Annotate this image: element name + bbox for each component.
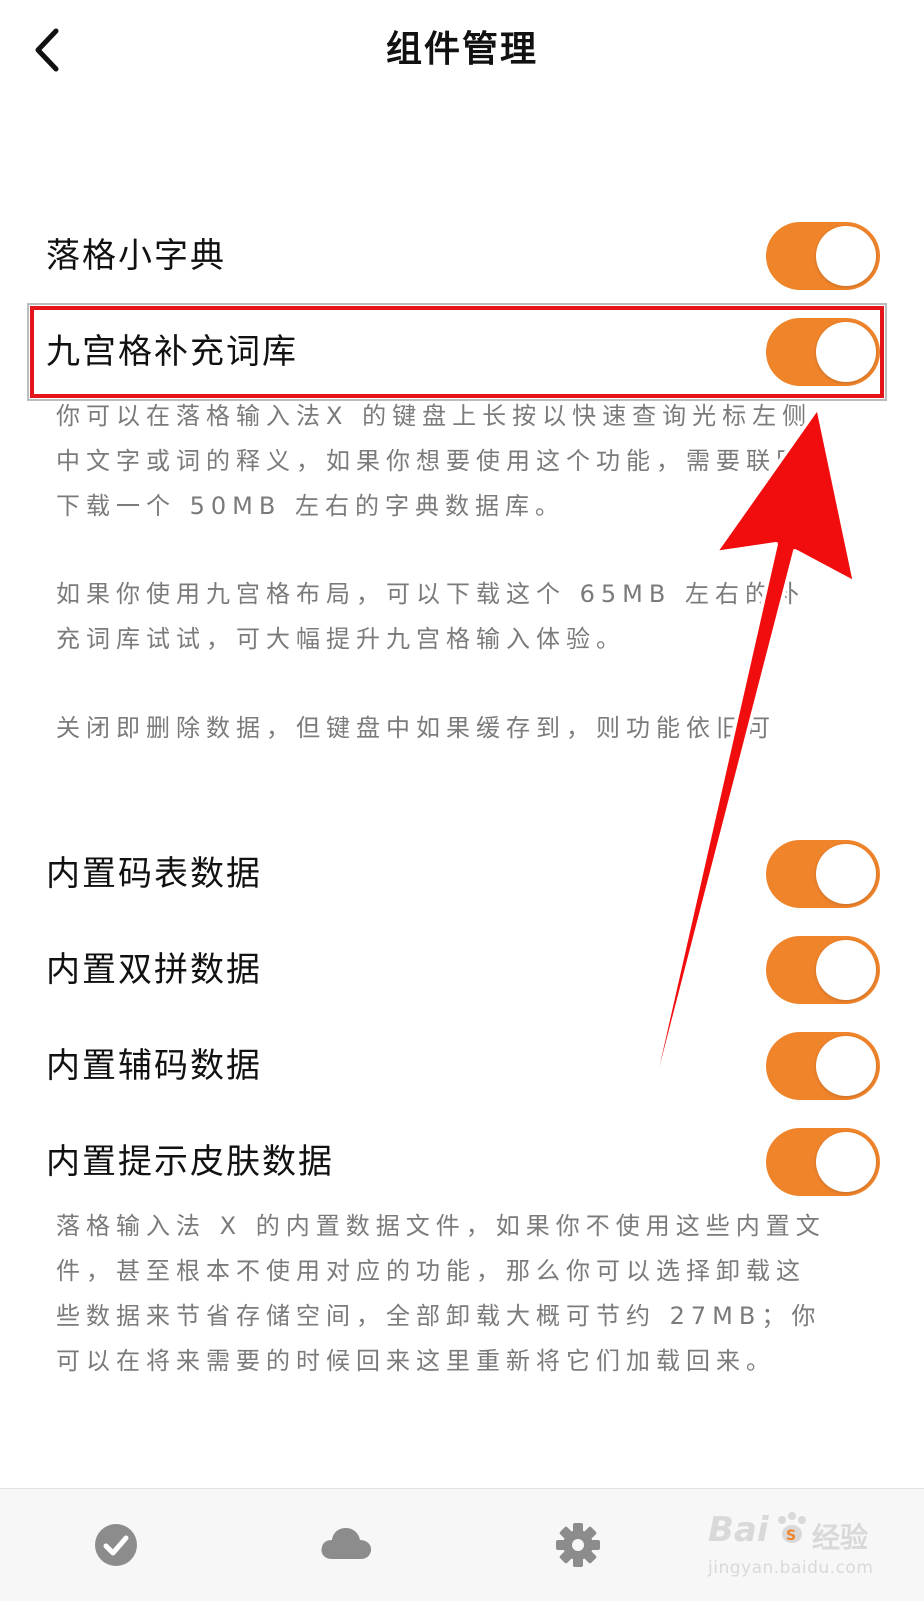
description-line: 可以在将来需要的时候回来这里重新将它们加载回来。: [56, 1347, 776, 1375]
description-line: 充词库试试，可大幅提升九宫格输入体验。: [56, 625, 626, 653]
toggle-knob: [816, 226, 876, 286]
setting-label-dictionary: 落格小字典: [46, 236, 226, 276]
setting-row-builtin-hint-skin: 内置提示皮肤数据: [0, 1122, 924, 1202]
nine-grid-description: 如果你使用九宫格布局，可以下载这个 65MB 左右的补 充词库试试，可大幅提升九…: [56, 572, 856, 662]
watermark-url: jingyan.baidu.com: [708, 1558, 874, 1578]
builtin-code-table-toggle[interactable]: [766, 840, 880, 908]
cloud-icon: [321, 1528, 372, 1559]
nav-bar: 组件管理: [0, 0, 924, 100]
builtin-auxiliary-code-toggle[interactable]: [766, 1032, 880, 1100]
setting-label-builtin-hint-skin: 内置提示皮肤数据: [46, 1142, 334, 1182]
description-line: 关闭即删除数据，但键盘中如果缓存到，则功能依旧可: [56, 714, 776, 742]
setting-label-builtin-code-table: 内置码表数据: [46, 854, 262, 894]
close-note: 关闭即删除数据，但键盘中如果缓存到，则功能依旧可: [56, 706, 856, 751]
page-title: 组件管理: [385, 29, 538, 70]
watermark-brand-cn: 经验: [812, 1521, 869, 1554]
builtin-hint-skin-toggle[interactable]: [766, 1128, 880, 1196]
builtin-data-description: 落格输入法 X 的内置数据文件，如果你不使用这些内置文 件，甚至根本不使用对应的…: [56, 1204, 856, 1384]
builtin-shuangpin-toggle[interactable]: [766, 936, 880, 1004]
setting-row-builtin-shuangpin: 内置双拼数据: [0, 930, 924, 1010]
description-line: 些数据来节省存储空间，全部卸载大概可节约 27MB；你: [56, 1302, 822, 1330]
description-line: 件，甚至根本不使用对应的功能，那么你可以选择卸载这: [56, 1257, 806, 1285]
gear-icon: [556, 1523, 600, 1567]
description-line: 你可以在落格输入法X 的键盘上长按以快速查询光标左侧: [56, 402, 813, 430]
setting-label-builtin-shuangpin: 内置双拼数据: [46, 950, 262, 990]
setting-row-dictionary: 落格小字典: [0, 216, 924, 296]
baidu-watermark: Bai S 经验 jingyan.baidu.com: [708, 1510, 908, 1590]
tab-check[interactable]: [86, 1515, 146, 1575]
description-line: 中文字或词的释义，如果你想要使用这个功能，需要联网: [56, 447, 806, 475]
toggle-knob: [816, 1132, 876, 1192]
highlight-box: [30, 306, 884, 398]
watermark-brand: Bai: [708, 1510, 769, 1550]
check-circle-icon: [95, 1524, 137, 1566]
setting-label-builtin-auxiliary-code: 内置辅码数据: [46, 1046, 262, 1086]
dictionary-description: 你可以在落格输入法X 的键盘上长按以快速查询光标左侧 中文字或词的释义，如果你想…: [56, 394, 856, 529]
toggle-knob: [816, 1036, 876, 1096]
tab-settings[interactable]: [548, 1515, 608, 1575]
svg-text:S: S: [786, 1528, 796, 1544]
setting-row-builtin-code-table: 内置码表数据: [0, 834, 924, 914]
toggle-knob: [816, 940, 876, 1000]
description-line: 如果你使用九宫格布局，可以下载这个 65MB 左右的补: [56, 580, 805, 608]
toggle-knob: [816, 844, 876, 904]
dictionary-toggle[interactable]: [766, 222, 880, 290]
description-line: 落格输入法 X 的内置数据文件，如果你不使用这些内置文: [56, 1212, 826, 1240]
tab-cloud[interactable]: [316, 1515, 376, 1575]
description-line: 下载一个 50MB 左右的字典数据库。: [56, 492, 565, 520]
paw-icon: S: [778, 1512, 806, 1544]
setting-row-builtin-auxiliary-code: 内置辅码数据: [0, 1026, 924, 1106]
